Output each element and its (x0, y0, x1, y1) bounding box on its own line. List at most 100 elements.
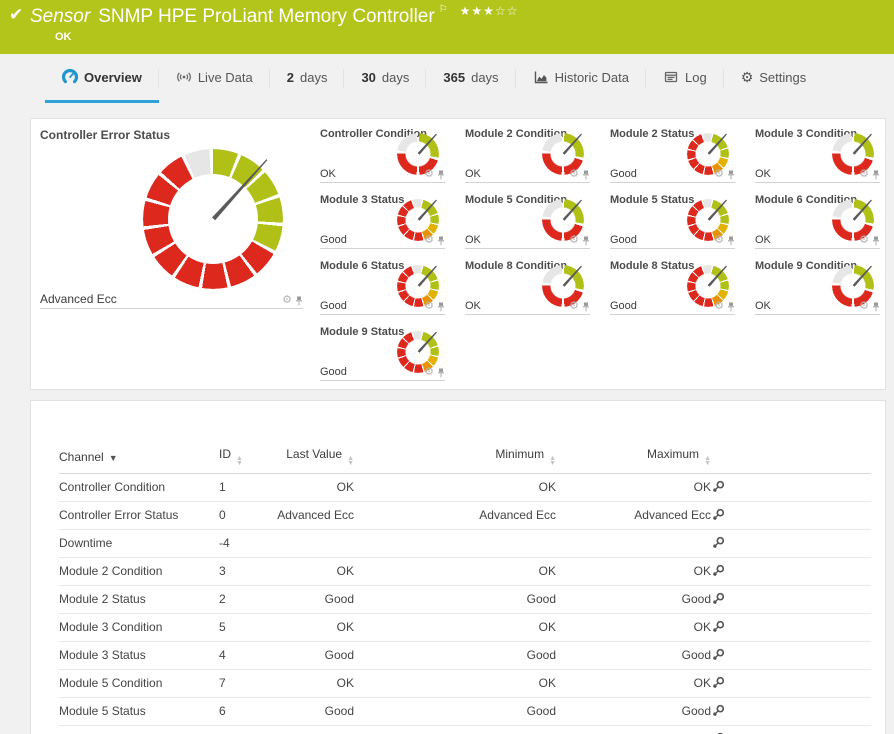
col-header-id[interactable]: ID ▲ ▼ (219, 441, 269, 474)
gauge-cell[interactable]: Module 6 Condition OK ⚙ (746, 185, 886, 251)
channel-settings-icon[interactable] (711, 564, 725, 578)
status-check-icon: ✔ (9, 5, 24, 24)
tab-settings[interactable]: ⚙ Settings (724, 54, 824, 103)
gauge-cell[interactable]: Controller Condition OK ⚙ (311, 119, 451, 185)
gauge-cell[interactable]: Module 9 Condition OK ⚙ (746, 251, 886, 317)
gear-icon[interactable]: ⚙ (569, 301, 579, 312)
col-header-minimum[interactable]: Minimum ▲ ▼ (354, 441, 556, 474)
channel-settings-icon[interactable] (711, 592, 725, 606)
pin-icon[interactable] (872, 302, 880, 312)
flag-icon[interactable]: ⚐ (439, 4, 448, 15)
sort-icon: ▲ ▼ (549, 455, 556, 467)
channel-settings-icon[interactable] (711, 620, 725, 634)
gauge-cell[interactable]: Module 5 Condition OK ⚙ (456, 185, 596, 251)
gear-icon[interactable]: ⚙ (859, 169, 869, 180)
col-header-channel[interactable]: Channel ▼ (59, 441, 219, 474)
main-gauge-cell[interactable]: Controller Error Status Advanced Ecc ⚙ (31, 119, 309, 311)
gauge-cell[interactable]: Module 6 Status Good ⚙ (311, 251, 451, 317)
gear-icon[interactable]: ⚙ (859, 235, 869, 246)
pin-icon[interactable] (295, 296, 303, 306)
channel-name[interactable]: Controller Condition (59, 474, 219, 502)
pin-icon[interactable] (437, 368, 445, 378)
channel-settings-icon[interactable] (711, 508, 725, 522)
col-header-maximum[interactable]: Maximum ▲ ▼ (556, 441, 711, 474)
tab-label: Historic Data (554, 69, 629, 85)
channel-settings-icon[interactable] (711, 676, 725, 690)
gear-icon[interactable]: ⚙ (714, 169, 724, 180)
table-row[interactable]: Module 2 Condition 3 OK OK OK (59, 558, 871, 586)
gear-icon[interactable]: ⚙ (569, 169, 579, 180)
channel-name[interactable]: Downtime (59, 530, 219, 558)
pin-icon[interactable] (437, 170, 445, 180)
tab-log[interactable]: Log (646, 54, 724, 103)
channel-name[interactable]: Module 2 Condition (59, 558, 219, 586)
pin-icon[interactable] (727, 170, 735, 180)
log-icon (663, 69, 679, 85)
gauge-cell[interactable]: Module 2 Condition OK ⚙ (456, 119, 596, 185)
gauge-cell[interactable]: Module 9 Status Good ⚙ (311, 317, 451, 383)
gauges-panel: Controller Error Status Advanced Ecc ⚙ C… (30, 118, 886, 390)
tab-label: days (381, 69, 410, 85)
gauge-cell[interactable]: Module 8 Condition OK ⚙ (456, 251, 596, 317)
channel-name[interactable]: Module 5 Status (59, 698, 219, 726)
tab-label: days (471, 69, 499, 85)
table-row[interactable]: Module 5 Condition 7 OK OK OK (59, 670, 871, 698)
table-row[interactable]: Module 6 Condition 9 OK OK OK (59, 726, 871, 734)
gauge-cell[interactable]: Module 5 Status Good ⚙ (601, 185, 741, 251)
table-row[interactable]: Downtime -4 (59, 530, 871, 558)
gear-icon[interactable]: ⚙ (282, 295, 292, 306)
channel-settings-icon[interactable] (711, 480, 725, 494)
pin-icon[interactable] (872, 236, 880, 246)
table-row[interactable]: Controller Condition 1 OK OK OK (59, 474, 871, 502)
pin-icon[interactable] (727, 302, 735, 312)
table-row[interactable]: Module 3 Status 4 Good Good Good (59, 642, 871, 670)
gear-icon[interactable]: ⚙ (424, 169, 434, 180)
gear-icon[interactable]: ⚙ (714, 301, 724, 312)
channel-name[interactable]: Module 2 Status (59, 586, 219, 614)
gear-icon[interactable]: ⚙ (424, 367, 434, 378)
sort-icon: ▲ ▼ (236, 455, 243, 467)
priority-stars[interactable]: ★★★☆☆ (460, 4, 519, 18)
gear-icon[interactable]: ⚙ (859, 301, 869, 312)
gear-icon[interactable]: ⚙ (569, 235, 579, 246)
pin-icon[interactable] (872, 170, 880, 180)
tab-label: Overview (84, 69, 142, 85)
pin-icon[interactable] (582, 236, 590, 246)
channel-settings-icon[interactable] (711, 704, 725, 718)
controller-error-status-gauge (143, 149, 283, 289)
tab-30-days[interactable]: 30 days (344, 54, 427, 103)
gear-icon[interactable]: ⚙ (714, 235, 724, 246)
pin-icon[interactable] (727, 236, 735, 246)
channel-name[interactable]: Controller Error Status (59, 502, 219, 530)
gear-icon[interactable]: ⚙ (424, 301, 434, 312)
gauge-cell[interactable]: Module 2 Status Good ⚙ (601, 119, 741, 185)
pin-icon[interactable] (437, 236, 445, 246)
gauge-cell[interactable]: Module 3 Status Good ⚙ (311, 185, 451, 251)
tab-2-days[interactable]: 2 days (270, 54, 345, 103)
sort-icon: ▲ ▼ (704, 455, 711, 467)
pin-icon[interactable] (437, 302, 445, 312)
tab-overview[interactable]: Overview (45, 54, 159, 103)
pin-icon[interactable] (582, 170, 590, 180)
channel-name[interactable]: Module 3 Status (59, 642, 219, 670)
channel-settings-icon[interactable] (711, 536, 725, 550)
gauge-cell[interactable]: Module 3 Condition OK ⚙ (746, 119, 886, 185)
gauge-tab-icon (62, 69, 78, 85)
channel-name[interactable]: Module 5 Condition (59, 670, 219, 698)
gear-icon[interactable]: ⚙ (424, 235, 434, 246)
channel-name[interactable]: Module 3 Condition (59, 614, 219, 642)
table-row[interactable]: Module 2 Status 2 Good Good Good (59, 586, 871, 614)
sort-desc-icon: ▼ (108, 452, 118, 463)
sensor-kicker: Sensor (30, 6, 91, 27)
pin-icon[interactable] (582, 302, 590, 312)
channel-name[interactable]: Module 6 Condition (59, 726, 219, 734)
table-row[interactable]: Module 3 Condition 5 OK OK OK (59, 614, 871, 642)
tab-365-days[interactable]: 365 days (426, 54, 516, 103)
tab-historic-data[interactable]: Historic Data (516, 54, 647, 103)
table-row[interactable]: Controller Error Status 0 Advanced Ecc A… (59, 502, 871, 530)
channel-settings-icon[interactable] (711, 648, 725, 662)
table-row[interactable]: Module 5 Status 6 Good Good Good (59, 698, 871, 726)
tab-live-data[interactable]: Live Data (159, 54, 270, 103)
gauge-cell[interactable]: Module 8 Status Good ⚙ (601, 251, 741, 317)
col-header-last-value[interactable]: Last Value ▲ ▼ (269, 441, 354, 474)
